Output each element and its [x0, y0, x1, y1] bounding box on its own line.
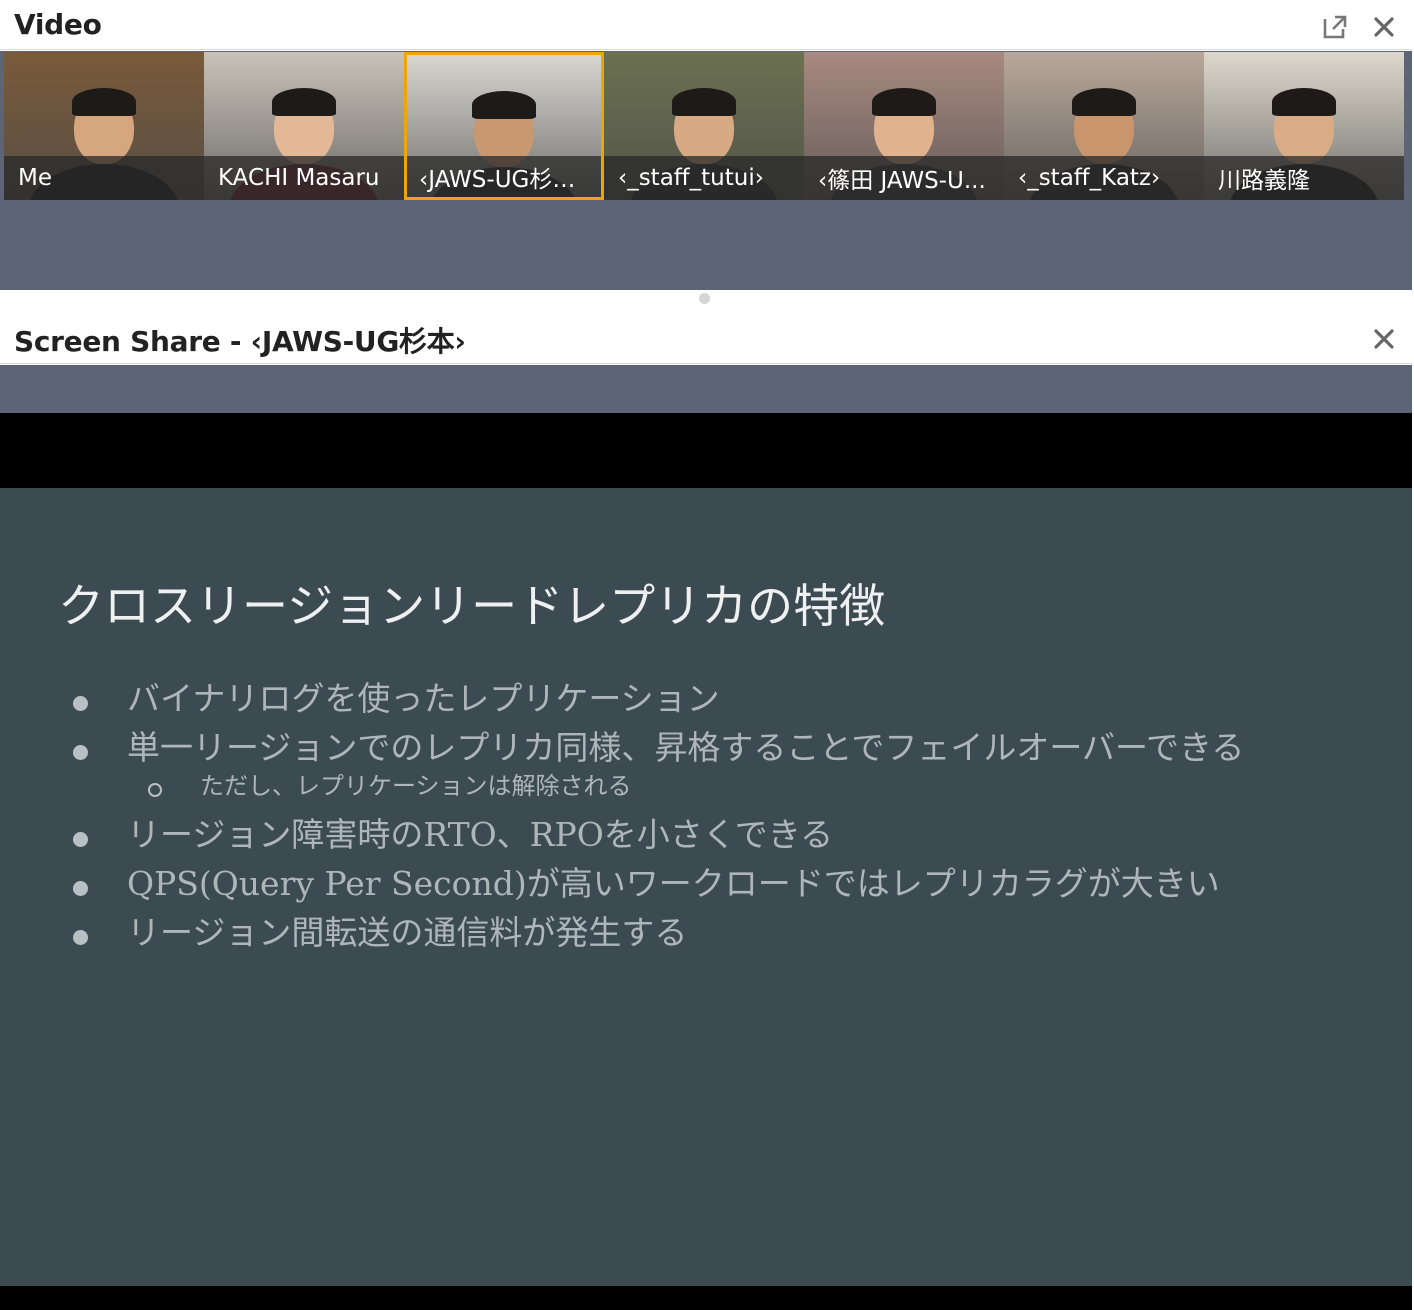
bullet-dot-icon — [73, 930, 88, 945]
participant-name-bar: KACHI Masaru — [204, 156, 404, 200]
participant-name-bar: ‹JAWS-UG杉… — [407, 156, 601, 197]
slide-bullet: リージョン間転送の通信料が発生する — [0, 912, 1412, 961]
video-area: Me KACHI Masaru ‹JAWS-UG杉… ‹_staff_tutui› ‹篠… — [0, 51, 1412, 290]
participant-name: ‹_staff_tutui› — [618, 165, 764, 191]
shared-slide: クロスリージョンリードレプリカの特徴 バイナリログを使ったレプリケーション 単一… — [0, 488, 1412, 1286]
bullet-dot-icon — [73, 745, 88, 760]
participant-tile[interactable]: Me — [4, 52, 204, 200]
slide-bullet: リージョン障害時のRTO、RPOを小さくできる — [0, 814, 1412, 863]
bullet-ring-icon — [148, 783, 162, 797]
letterbox-top — [0, 413, 1412, 488]
participant-name: 川路義隆 — [1218, 168, 1310, 194]
participant-name-bar: ‹_staff_Katz› — [1004, 156, 1204, 200]
participant-tile[interactable]: ‹_staff_Katz› — [1004, 52, 1204, 200]
participant-hair — [1272, 88, 1336, 116]
slide-bullet-text: リージョン障害時のRTO、RPOを小さくできる — [127, 815, 834, 854]
slide-bullet-text: 単一リージョンでのレプリカ同様、昇格することでフェイルオーバーできる — [127, 728, 1245, 767]
screen-share-close-button[interactable] — [1369, 324, 1399, 354]
slide-sub-bullet-text: ただし、レプリケーションは解除される — [200, 772, 632, 800]
bullet-dot-icon — [73, 696, 88, 711]
slide-bullet-text: バイナリログを使ったレプリケーション — [127, 679, 720, 718]
participant-name: Me — [18, 165, 52, 191]
slide-bullets: バイナリログを使ったレプリケーション 単一リージョンでのレプリカ同様、昇格するこ… — [0, 678, 1412, 961]
participant-name: ‹_staff_Katz› — [1018, 165, 1161, 191]
participant-tile[interactable]: ‹篠田 JAWS-U... — [804, 52, 1004, 200]
participant-name-bar: Me — [4, 156, 204, 200]
slide-bullet: バイナリログを使ったレプリケーション — [0, 678, 1412, 727]
slide-title: クロスリージョンリードレプリカの特徴 — [58, 579, 886, 633]
participant-name: KACHI Masaru — [218, 165, 380, 191]
bullet-dot-icon — [73, 832, 88, 847]
video-panel-header: Video — [0, 0, 1412, 50]
participant-name: ‹篠田 JAWS-U... — [818, 168, 986, 194]
participant-hair — [72, 88, 136, 116]
video-panel-title: Video — [14, 8, 102, 41]
participant-hair — [272, 88, 336, 116]
participant-name-bar: ‹篠田 JAWS-U... — [804, 156, 1004, 200]
participant-tiles: Me KACHI Masaru ‹JAWS-UG杉… ‹_staff_tutui› ‹篠… — [4, 52, 1404, 200]
screen-share-title: Screen Share - ‹JAWS-UG杉本› — [14, 325, 466, 358]
close-icon — [1374, 329, 1394, 349]
slide-sub-bullet: ただし、レプリケーションは解除される — [0, 772, 1412, 814]
screen-share-header: Screen Share - ‹JAWS-UG杉本› — [0, 312, 1412, 364]
participant-hair — [1072, 88, 1136, 116]
bullet-dot-icon — [73, 881, 88, 896]
popout-button[interactable] — [1320, 12, 1350, 42]
slide-bullet-text: リージョン間転送の通信料が発生する — [127, 913, 688, 952]
resize-handle[interactable] — [699, 293, 710, 304]
slide-bullet: QPS(Query Per Second)が高いワークロードではレプリカラグが大… — [0, 863, 1412, 912]
letterbox-bottom — [0, 1286, 1412, 1310]
participant-hair — [472, 91, 536, 119]
popout-icon — [1323, 15, 1347, 39]
slide-bullet: 単一リージョンでのレプリカ同様、昇格することでフェイルオーバーできる — [0, 727, 1412, 776]
screen-share-stage: クロスリージョンリードレプリカの特徴 バイナリログを使ったレプリケーション 単一… — [0, 365, 1412, 1310]
participant-name-bar: 川路義隆 — [1204, 156, 1404, 200]
video-close-button[interactable] — [1369, 12, 1399, 42]
participant-tile[interactable]: 川路義隆 — [1204, 52, 1404, 200]
slide-bullet-text: QPS(Query Per Second)が高いワークロードではレプリカラグが大… — [127, 864, 1220, 903]
participant-name: ‹JAWS-UG杉… — [419, 166, 576, 193]
close-icon — [1374, 17, 1394, 37]
participant-tile[interactable]: ‹JAWS-UG杉… — [404, 52, 604, 200]
participant-hair — [672, 88, 736, 116]
participant-tile[interactable]: KACHI Masaru — [204, 52, 404, 200]
participant-hair — [872, 88, 936, 116]
participant-tile[interactable]: ‹_staff_tutui› — [604, 52, 804, 200]
participant-name-bar: ‹_staff_tutui› — [604, 156, 804, 200]
